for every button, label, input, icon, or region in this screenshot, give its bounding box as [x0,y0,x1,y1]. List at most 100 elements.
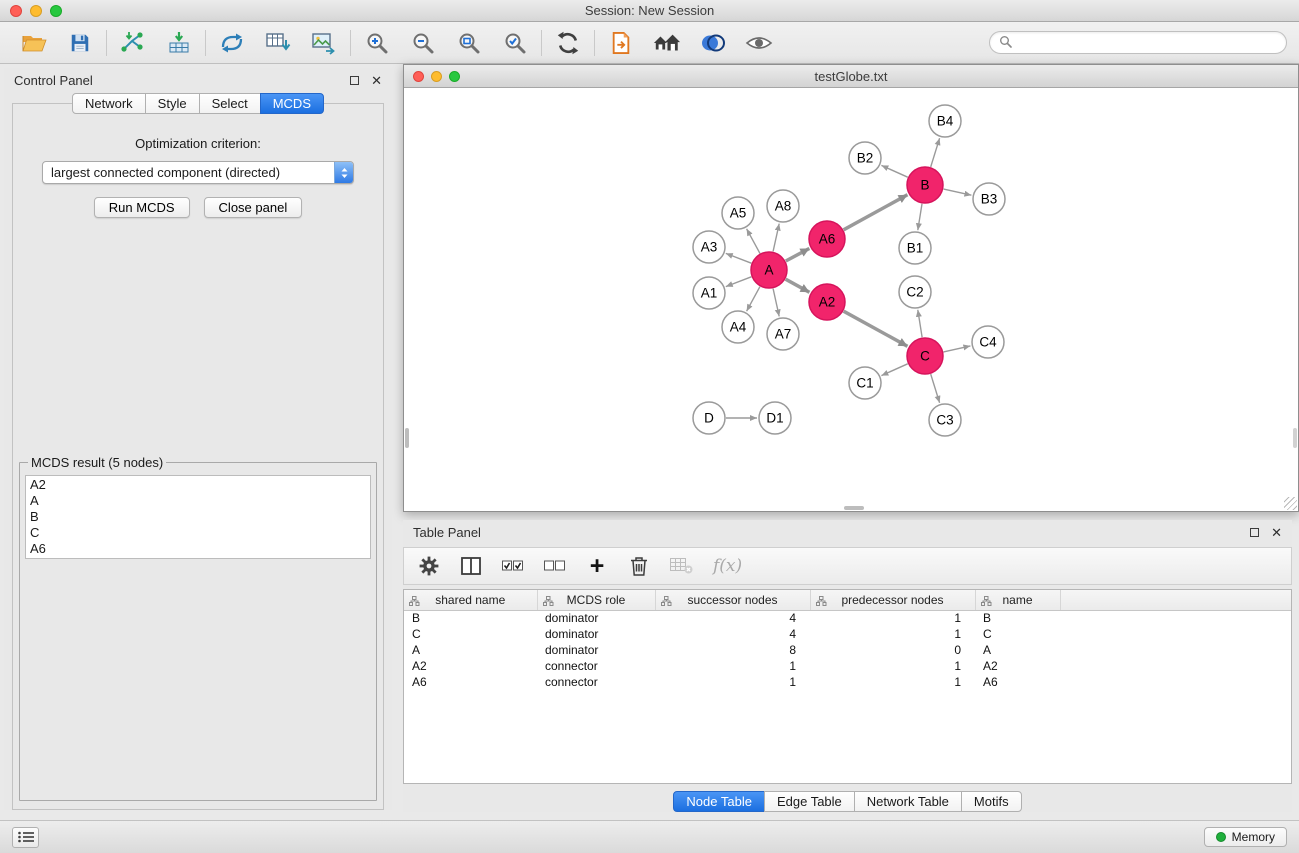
close-window-button[interactable] [10,5,22,17]
table-cell[interactable]: 1 [655,674,810,690]
memory-button[interactable]: Memory [1204,827,1287,847]
column-header-name[interactable]: name [975,590,1060,610]
mcds-result-item[interactable]: C [30,525,366,541]
network-window-titlebar[interactable]: testGlobe.txt [404,65,1298,88]
float-panel-icon[interactable] [350,76,359,85]
table-cell[interactable]: A [404,642,537,658]
graph-node-A6[interactable]: A6 [809,221,845,257]
run-mcds-button[interactable]: Run MCDS [94,197,190,218]
import-table-from-file-icon[interactable] [165,29,193,57]
graph-edge-B-B3[interactable] [944,189,972,195]
graph-node-C4[interactable]: C4 [972,326,1004,358]
float-table-panel-icon[interactable] [1250,528,1259,537]
search-input[interactable] [1017,36,1277,50]
file-transfer-icon[interactable] [607,29,635,57]
graph-edge-A-A8[interactable] [773,224,779,252]
graph-node-B2[interactable]: B2 [849,142,881,174]
table-cell[interactable]: A6 [404,674,537,690]
graph-node-A3[interactable]: A3 [693,231,725,263]
close-table-panel-icon[interactable]: ✕ [1271,526,1282,539]
close-panel-button[interactable]: Close panel [204,197,303,218]
table-cell[interactable]: dominator [537,642,655,658]
graph-node-A7[interactable]: A7 [767,318,799,350]
tab-style[interactable]: Style [145,93,200,114]
tab-node-table[interactable]: Node Table [673,791,765,812]
column-header-shared-name[interactable]: shared name [404,590,537,610]
horizontal-scrollbar-handle[interactable] [844,506,864,510]
add-column-icon[interactable]: + [586,553,608,579]
graph-node-A8[interactable]: A8 [767,190,799,222]
graph-node-B[interactable]: B [907,167,943,203]
optimization-criterion-select[interactable]: largest connected component (directed) [42,161,354,184]
graph-edge-A-A1[interactable] [726,277,752,287]
graph-edge-A-A5[interactable] [747,229,760,254]
graph-edge-A-A6[interactable] [786,248,810,261]
network-tools-icon[interactable] [218,29,246,57]
mcds-result-item[interactable]: A6 [30,541,366,557]
graph-edge-C-C2[interactable] [918,310,922,337]
close-network-window-button[interactable] [413,71,424,82]
table-cell[interactable]: 4 [655,610,810,626]
graph-node-A4[interactable]: A4 [722,311,754,343]
table-settings-gear-icon[interactable] [418,553,440,579]
table-cell[interactable]: C [975,626,1060,642]
graph-edge-C-C4[interactable] [944,346,971,352]
graph-node-D1[interactable]: D1 [759,402,791,434]
table-row[interactable]: A2connector11A2 [404,658,1291,674]
task-history-button[interactable] [12,827,39,848]
graph-node-B3[interactable]: B3 [973,183,1005,215]
table-cell[interactable]: A6 [975,674,1060,690]
table-cell[interactable]: 1 [810,626,975,642]
show-hide-icon[interactable] [745,29,773,57]
open-file-icon[interactable] [20,29,48,57]
graph-edge-A2-C[interactable] [844,311,908,346]
save-session-icon[interactable] [66,29,94,57]
table-cell[interactable]: 4 [655,626,810,642]
graph-node-C3[interactable]: C3 [929,404,961,436]
table-row[interactable]: Cdominator41C [404,626,1291,642]
graph-edge-C-C3[interactable] [931,374,940,403]
tab-edge-table[interactable]: Edge Table [764,791,855,812]
table-tools-icon[interactable] [264,29,292,57]
table-cell[interactable]: connector [537,658,655,674]
graph-node-C2[interactable]: C2 [899,276,931,308]
tab-select[interactable]: Select [199,93,261,114]
graph-node-A5[interactable]: A5 [722,197,754,229]
table-cell[interactable]: dominator [537,610,655,626]
table-cell[interactable]: A2 [975,658,1060,674]
function-builder-icon[interactable]: f(x) [713,553,742,579]
graph-edge-B-B1[interactable] [918,204,922,230]
table-cell[interactable]: connector [537,674,655,690]
tab-network-table[interactable]: Network Table [854,791,962,812]
analyzer-icon[interactable] [699,29,727,57]
graph-node-C[interactable]: C [907,338,943,374]
table-row[interactable]: Bdominator41B [404,610,1291,626]
table-cell[interactable]: B [404,610,537,626]
home-layout-icon[interactable] [653,29,681,57]
delete-table-icon[interactable] [670,553,693,579]
column-header-MCDS-role[interactable]: MCDS role [537,590,655,610]
refresh-network-icon[interactable] [554,29,582,57]
graph-node-B4[interactable]: B4 [929,105,961,137]
table-cell[interactable]: 1 [810,658,975,674]
graph-edge-A-A4[interactable] [747,287,760,312]
graph-node-B1[interactable]: B1 [899,232,931,264]
tab-motifs[interactable]: Motifs [961,791,1022,812]
mcds-result-item[interactable]: B [30,509,366,525]
minimize-window-button[interactable] [30,5,42,17]
mcds-result-item[interactable]: A2 [30,477,366,493]
graph-edge-C-C1[interactable] [881,364,907,376]
column-header-successor-nodes[interactable]: successor nodes [655,590,810,610]
vertical-scrollbar-handle[interactable] [405,428,409,448]
graph-edge-A-A2[interactable] [786,279,810,292]
table-cell[interactable]: 0 [810,642,975,658]
node-table[interactable]: shared nameMCDS rolesuccessor nodesprede… [403,589,1292,784]
table-cell[interactable]: 1 [655,658,810,674]
deselect-all-columns-icon[interactable] [544,553,566,579]
table-row[interactable]: A6connector11A6 [404,674,1291,690]
window-resize-grip[interactable] [1284,497,1297,510]
tab-mcds[interactable]: MCDS [260,93,324,114]
zoom-out-icon[interactable] [409,29,437,57]
search-field[interactable] [989,31,1287,54]
table-cell[interactable]: C [404,626,537,642]
